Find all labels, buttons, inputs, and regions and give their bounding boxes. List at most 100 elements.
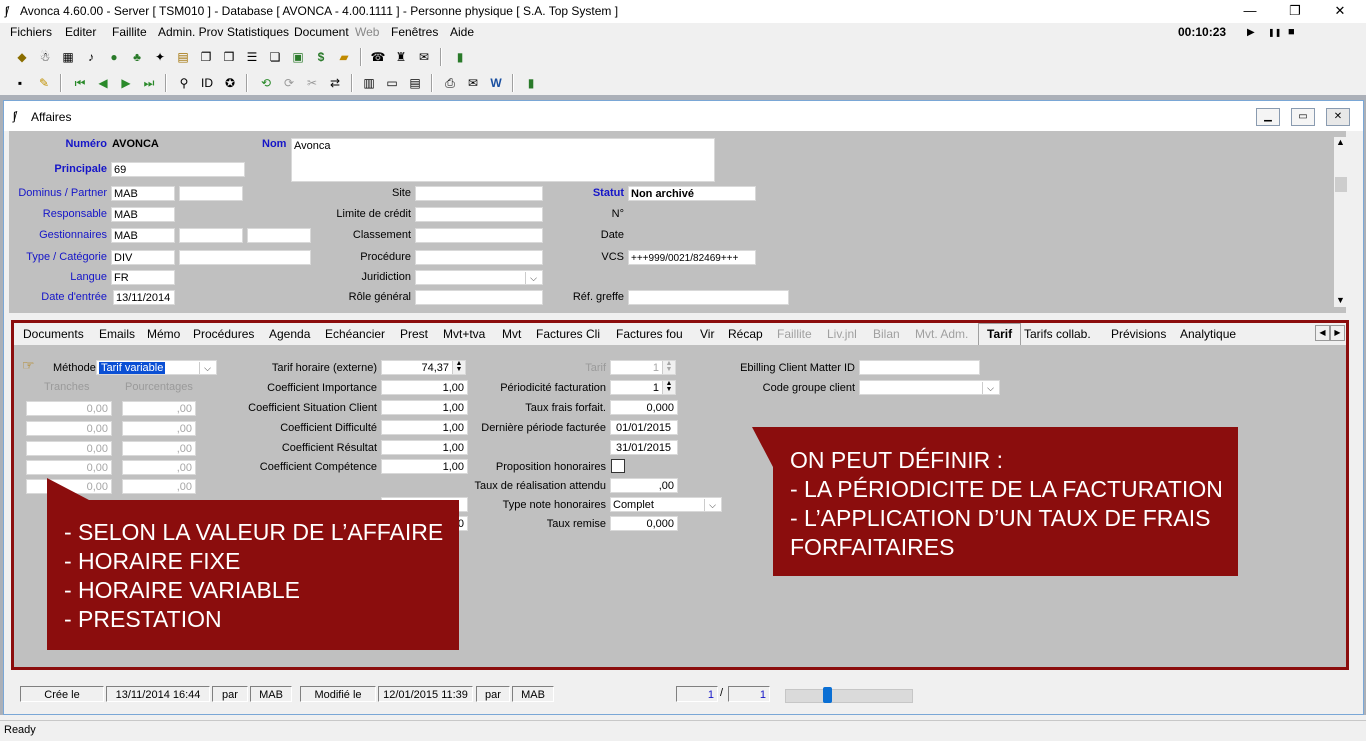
calculator-icon[interactable]: ▣	[290, 49, 306, 65]
stop-icon[interactable]: ■	[1288, 26, 1295, 38]
tab-prest[interactable]: Prest	[400, 327, 428, 341]
money-icon[interactable]: ●	[106, 49, 122, 65]
scroll-thumb[interactable]	[1335, 177, 1347, 192]
list-icon[interactable]: ☰	[244, 49, 260, 65]
pourcentage-2-field[interactable]: ,00	[122, 421, 196, 436]
exit-icon[interactable]: ▮	[523, 75, 539, 91]
envelope-icon[interactable]: ✉	[465, 75, 481, 91]
pages-icon[interactable]: ❏	[267, 49, 283, 65]
tab-memo[interactable]: Mémo	[147, 327, 180, 341]
tab-scroll-left-icon[interactable]: ◀	[1315, 325, 1330, 341]
limite-credit-field[interactable]	[415, 207, 543, 222]
chevron-down-icon[interactable]: ⌵	[199, 362, 215, 374]
tab-echeancier[interactable]: Echéancier	[325, 327, 385, 341]
tab-mvt-tva[interactable]: Mvt+tva	[443, 327, 485, 341]
scroll-up-icon[interactable]: ▲	[1336, 137, 1345, 147]
chevron-down-icon[interactable]: ⌵	[982, 382, 998, 394]
statut-field[interactable]: Non archivé	[628, 186, 756, 201]
menu-aide[interactable]: Aide	[450, 25, 474, 39]
categorie-field[interactable]	[179, 250, 311, 265]
tab-factures-cli[interactable]: Factures Cli	[536, 327, 600, 341]
classement-field[interactable]	[415, 228, 543, 243]
coef-resultat-field[interactable]: 1,00	[381, 440, 468, 455]
type-field[interactable]: DIV	[111, 250, 175, 265]
tab-scroll-right-icon[interactable]: ▶	[1330, 325, 1345, 341]
tranche-1-field[interactable]: 0,00	[26, 401, 112, 416]
folder-icon[interactable]: ▰	[336, 49, 352, 65]
gestionnaire-2-field[interactable]	[179, 228, 243, 243]
coef-importance-field[interactable]: 1,00	[381, 380, 468, 395]
tranche-4-field[interactable]: 0,00	[26, 460, 112, 475]
chevron-down-icon[interactable]: ⌵	[525, 272, 541, 284]
affaires-maximize-button[interactable]: ▭	[1291, 108, 1315, 126]
menu-statistiques[interactable]: Statistiques	[227, 25, 289, 39]
users-icon[interactable]: ☃	[37, 49, 53, 65]
transfer-icon[interactable]: ⇄	[327, 75, 343, 91]
report-icon[interactable]: ❒	[221, 49, 237, 65]
principale-field[interactable]: 69	[111, 162, 245, 177]
responsable-field[interactable]: MAB	[111, 207, 175, 222]
tab-vir[interactable]: Vir	[700, 327, 714, 341]
juridiction-select[interactable]: ⌵	[415, 270, 543, 285]
search-people-icon[interactable]: ✪	[222, 75, 238, 91]
id-icon[interactable]: ID	[199, 75, 215, 91]
derniere-periode-debut-field[interactable]: 01/01/2015	[610, 420, 678, 435]
menu-faillite[interactable]: Faillite	[112, 25, 147, 39]
tab-faillite[interactable]: Faillite	[777, 327, 812, 341]
coef-situation-field[interactable]: 1,00	[381, 400, 468, 415]
first-record-icon[interactable]: ⏮	[72, 75, 88, 91]
derniere-periode-fin-field[interactable]: 31/01/2015	[610, 440, 678, 455]
type-note-select[interactable]: Complet ⌵	[610, 497, 722, 512]
tab-analytique[interactable]: Analytique	[1180, 327, 1236, 341]
nom-field[interactable]: Avonca	[291, 138, 715, 182]
tab-procedures[interactable]: Procédures	[193, 327, 254, 341]
document-icon[interactable]: ▤	[175, 49, 191, 65]
dollar-icon[interactable]: $	[313, 49, 329, 65]
attach-icon[interactable]: ✂	[304, 75, 320, 91]
tab-tarif[interactable]: Tarif	[978, 323, 1022, 345]
save-icon[interactable]: ▪	[12, 75, 28, 91]
ref-greffe-field[interactable]	[628, 290, 789, 305]
tab-previsions[interactable]: Prévisions	[1111, 327, 1166, 341]
exit-door-icon[interactable]: ▮	[452, 49, 468, 65]
pause-icon[interactable]: ❚❚	[1268, 28, 1281, 37]
print-preview-icon[interactable]: ⎙	[442, 75, 458, 91]
tab-tarifs-collab[interactable]: Tarifs collab.	[1024, 327, 1091, 341]
tab-mvt-adm[interactable]: Mvt. Adm.	[915, 327, 968, 341]
previous-record-icon[interactable]: ◀	[95, 75, 111, 91]
date-entree-field[interactable]: 13/11/2014	[113, 290, 175, 305]
role-general-field[interactable]	[415, 290, 543, 305]
menu-document[interactable]: Document	[294, 25, 349, 39]
tab-liv-jnl[interactable]: Liv.jnl	[827, 327, 857, 341]
bag-icon[interactable]: ♣	[129, 49, 145, 65]
phone-icon[interactable]: ☎	[370, 49, 386, 65]
copy-icon[interactable]: ❐	[198, 49, 214, 65]
gestionnaire-3-field[interactable]	[247, 228, 311, 243]
tab-mvt[interactable]: Mvt	[502, 327, 521, 341]
building-icon[interactable]: ▦	[60, 49, 76, 65]
close-button[interactable]: ✕	[1330, 2, 1350, 20]
coef-difficulte-field[interactable]: 1,00	[381, 420, 468, 435]
pourcentage-1-field[interactable]: ,00	[122, 401, 196, 416]
tranche-2-field[interactable]: 0,00	[26, 421, 112, 436]
methode-select[interactable]: Tarif variable ⌵	[96, 360, 217, 375]
header-scrollbar[interactable]: ▲ ▼	[1334, 137, 1348, 307]
play-icon[interactable]: ▶	[1247, 27, 1255, 38]
word-icon[interactable]: W	[488, 75, 504, 91]
proposition-honoraires-checkbox[interactable]	[611, 459, 625, 473]
edit-icon[interactable]: ✎	[36, 75, 52, 91]
speaker-icon[interactable]: ♪	[83, 49, 99, 65]
procedure-field[interactable]	[415, 250, 543, 265]
ebilling-field[interactable]	[859, 360, 980, 375]
unlink-icon[interactable]: ⟳	[281, 75, 297, 91]
periodicite-field[interactable]: 1 ▲ ▼	[610, 380, 676, 395]
menu-fichiers[interactable]: Fichiers	[10, 25, 52, 39]
tab-agenda[interactable]: Agenda	[269, 327, 310, 341]
window-icon[interactable]: ▭	[384, 75, 400, 91]
cascade-icon[interactable]: ▤	[407, 75, 423, 91]
dominus-name-field[interactable]	[179, 186, 243, 201]
tab-factures-fou[interactable]: Factures fou	[616, 327, 683, 341]
scroll-down-icon[interactable]: ▼	[1336, 295, 1345, 305]
coef-competence-field[interactable]: 1,00	[381, 459, 468, 474]
spinner-icon[interactable]: ▲ ▼	[452, 361, 465, 374]
